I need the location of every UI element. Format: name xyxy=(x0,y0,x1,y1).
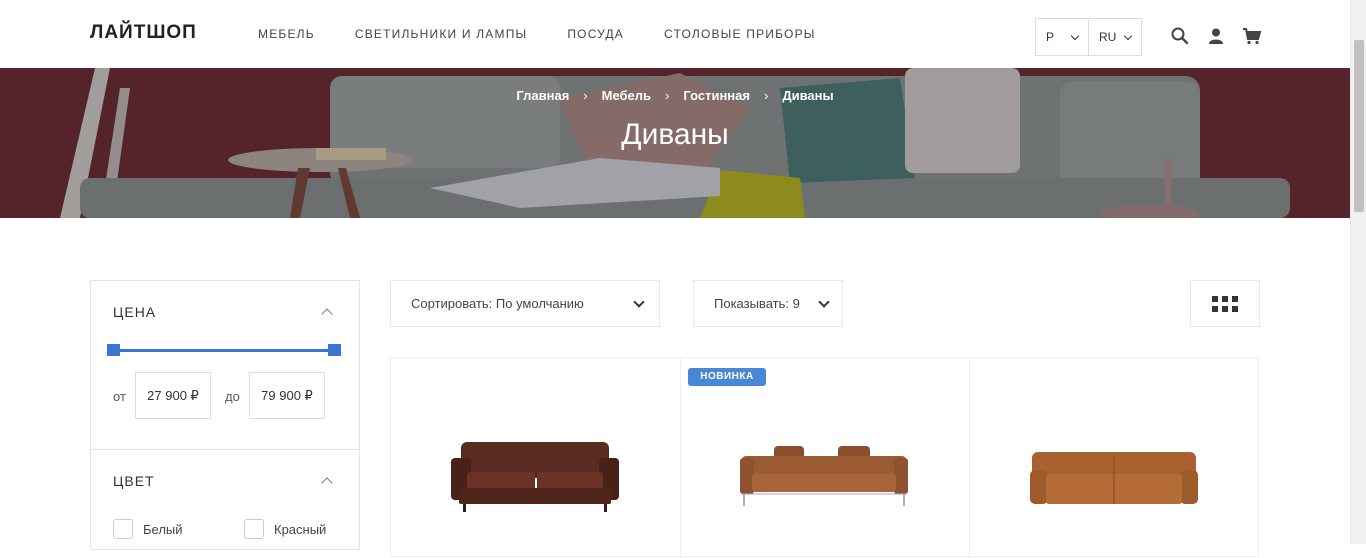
hero-banner: Главная › Мебель › Гостинная › Диваны Диваны xyxy=(0,68,1350,218)
breadcrumb-separator: › xyxy=(665,88,670,103)
nav-item-furniture[interactable]: МЕБЕЛЬ xyxy=(258,27,315,41)
items-per-page-select[interactable]: Показывать: 9 xyxy=(693,280,843,327)
page-scrollbar[interactable] xyxy=(1350,0,1366,544)
product-image xyxy=(451,442,619,512)
filter-divider xyxy=(91,449,359,450)
breadcrumb-home[interactable]: Главная xyxy=(516,88,569,103)
price-max-handle[interactable] xyxy=(328,344,341,356)
breadcrumb-living-room[interactable]: Гостинная xyxy=(683,88,750,103)
language-select[interactable]: RU xyxy=(1088,18,1142,56)
color-filter-title[interactable]: ЦВЕТ xyxy=(113,473,155,489)
breadcrumb-furniture[interactable]: Мебель xyxy=(602,88,651,103)
checkbox-red[interactable] xyxy=(244,519,264,539)
price-filter-title[interactable]: ЦЕНА xyxy=(113,304,156,320)
breadcrumb-separator: › xyxy=(763,88,769,103)
currency-select[interactable]: Р xyxy=(1035,18,1089,56)
price-range-track[interactable] xyxy=(113,349,335,352)
nav-item-tableware[interactable]: ПОСУДА xyxy=(567,27,624,41)
main-nav: МЕБЕЛЬ СВЕТИЛЬНИКИ И ЛАМПЫ ПОСУДА СТОЛОВ… xyxy=(258,27,856,41)
chevron-down-icon xyxy=(1070,31,1080,41)
price-from-input[interactable]: 27 900 ₽ xyxy=(135,372,211,419)
user-icon[interactable] xyxy=(1206,26,1226,46)
currency-value: Р xyxy=(1046,30,1055,44)
sort-select[interactable]: Сортировать: По умолчанию xyxy=(390,280,660,327)
grid-view-button[interactable] xyxy=(1190,280,1260,327)
product-card[interactable] xyxy=(970,358,1260,558)
chevron-up-icon[interactable] xyxy=(321,477,333,489)
nav-item-cutlery[interactable]: СТОЛОВЫЕ ПРИБОРЫ xyxy=(664,27,816,41)
breadcrumb-separator: › xyxy=(583,88,588,103)
cart-icon[interactable] xyxy=(1242,26,1262,46)
nav-item-lamps[interactable]: СВЕТИЛЬНИКИ И ЛАМПЫ xyxy=(355,27,528,41)
grid-view-icon xyxy=(1212,295,1238,312)
page-title: Диваны xyxy=(621,118,729,151)
chevron-up-icon[interactable] xyxy=(321,308,333,320)
filter-sidebar: ЦЕНА от 27 900 ₽ до 79 900 ₽ ЦВЕТ Белый … xyxy=(90,280,360,550)
product-image xyxy=(740,446,908,506)
product-image xyxy=(1030,452,1198,504)
site-logo[interactable]: ЛАЙТШОП xyxy=(90,22,197,44)
breadcrumb-current: Диваны xyxy=(782,88,834,103)
price-to-label: до xyxy=(225,389,240,404)
price-min-handle[interactable] xyxy=(107,344,120,356)
breadcrumb: Главная › Мебель › Гостинная › Диваны xyxy=(0,88,1350,103)
product-card[interactable]: НОВИНКА xyxy=(680,358,970,558)
items-per-page-label: Показывать: 9 xyxy=(714,296,800,311)
scrollbar-thumb[interactable] xyxy=(1354,40,1364,212)
color-option-white[interactable]: Белый xyxy=(143,522,183,537)
new-badge: НОВИНКА xyxy=(688,368,766,386)
price-from-label: от xyxy=(113,389,126,404)
price-to-input[interactable]: 79 900 ₽ xyxy=(249,372,325,419)
search-icon[interactable] xyxy=(1170,26,1190,46)
language-value: RU xyxy=(1099,30,1117,44)
product-grid: НОВИНКА xyxy=(390,357,1260,558)
chevron-down-icon xyxy=(818,296,830,308)
checkbox-white[interactable] xyxy=(113,519,133,539)
color-option-red[interactable]: Красный xyxy=(274,522,326,537)
chevron-down-icon xyxy=(633,296,645,308)
product-card[interactable] xyxy=(391,358,681,558)
chevron-down-icon xyxy=(1123,31,1133,41)
site-header: ЛАЙТШОП МЕБЕЛЬ СВЕТИЛЬНИКИ И ЛАМПЫ ПОСУД… xyxy=(0,0,1350,68)
sort-select-label: Сортировать: По умолчанию xyxy=(411,296,584,311)
